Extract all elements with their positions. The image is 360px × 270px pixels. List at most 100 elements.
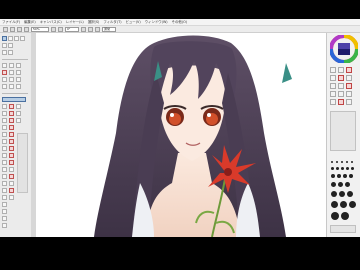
- zoom-tool-icon[interactable]: [9, 84, 14, 89]
- layer-thumb-icon[interactable]: [8, 36, 13, 41]
- menu-view[interactable]: ビュー(V): [126, 19, 141, 25]
- layer-thumb-icon[interactable]: [20, 36, 25, 41]
- brush-preset-icon[interactable]: [9, 174, 14, 179]
- brush-preset-icon[interactable]: [9, 195, 14, 200]
- palette-swatch[interactable]: [346, 99, 352, 105]
- brush-preset-icon[interactable]: [16, 118, 21, 123]
- layer-thumb-icon[interactable]: [8, 43, 13, 48]
- layer-thumb-icon[interactable]: [2, 50, 7, 55]
- eraser-tool-icon[interactable]: [9, 70, 14, 75]
- brush-size-dot[interactable]: [345, 182, 350, 187]
- brush-preset-icon[interactable]: [9, 188, 14, 193]
- brush-size-dot[interactable]: [331, 167, 334, 170]
- brush-preset-icon[interactable]: [9, 111, 14, 116]
- angle-field[interactable]: 0°: [65, 26, 79, 32]
- brush-size-dot[interactable]: [343, 174, 347, 178]
- brush-preset-icon[interactable]: [2, 125, 7, 130]
- brush-preset-icon[interactable]: [9, 125, 14, 130]
- layer-thumb-icon[interactable]: [8, 50, 13, 55]
- brush-size-dot[interactable]: [346, 167, 349, 170]
- rotate-right-button[interactable]: [88, 26, 93, 32]
- palette-swatch[interactable]: [338, 83, 344, 89]
- layer-thumb-icon[interactable]: [14, 36, 19, 41]
- menu-select[interactable]: 選択(S): [88, 19, 100, 25]
- brush-size-dot[interactable]: [331, 174, 335, 178]
- brush-preset-icon[interactable]: [9, 132, 14, 137]
- brush-preset-icon[interactable]: [9, 146, 14, 151]
- drawing-canvas[interactable]: [36, 33, 326, 237]
- menu-file[interactable]: ファイル(F): [2, 19, 20, 25]
- brush-preset-icon[interactable]: [9, 104, 14, 109]
- palette-swatch[interactable]: [330, 83, 336, 89]
- brush-size-dot[interactable]: [346, 161, 348, 163]
- undo-button[interactable]: [3, 26, 8, 32]
- zoom-field[interactable]: 50%: [31, 26, 49, 32]
- brush-size-dot[interactable]: [331, 212, 339, 220]
- menu-filter[interactable]: フィルタ(T): [103, 19, 121, 25]
- brush-preset-icon[interactable]: [2, 111, 7, 116]
- brush-preset-icon[interactable]: [2, 160, 7, 165]
- palette-swatch[interactable]: [346, 75, 352, 81]
- palette-swatch[interactable]: [330, 75, 336, 81]
- brush-preset-icon[interactable]: [9, 167, 14, 172]
- palette-swatch[interactable]: [330, 99, 336, 105]
- menu-canvas[interactable]: キャンバス(C): [40, 19, 62, 25]
- brush-size-dot[interactable]: [331, 191, 337, 197]
- brush-size-dot[interactable]: [341, 212, 349, 220]
- selection-toggle-button[interactable]: [24, 26, 29, 32]
- lasso-tool-icon[interactable]: [9, 77, 14, 82]
- brush-size-dot[interactable]: [351, 161, 353, 163]
- brush-tool-icon[interactable]: [9, 63, 14, 68]
- brush-size-dot[interactable]: [341, 161, 343, 163]
- brush-size-dot[interactable]: [347, 191, 353, 197]
- brush-preset-icon[interactable]: [2, 146, 7, 151]
- zoom-out-button[interactable]: [51, 26, 56, 32]
- brush-preset-icon[interactable]: [2, 209, 7, 214]
- brush-size-dot[interactable]: [338, 182, 343, 187]
- menu-edit[interactable]: 編集(E): [24, 19, 36, 25]
- brush-size-dot[interactable]: [331, 161, 333, 163]
- brush-size-dot[interactable]: [349, 174, 353, 178]
- layer-thumb-icon[interactable]: [2, 36, 7, 41]
- brush-preset-icon[interactable]: [2, 202, 7, 207]
- flip-button[interactable]: [95, 26, 100, 32]
- brush-size-dot[interactable]: [331, 182, 336, 187]
- palette-swatch[interactable]: [346, 67, 352, 73]
- zoom-in-button[interactable]: [58, 26, 63, 32]
- layer-thumb-icon[interactable]: [2, 43, 7, 48]
- brush-preset-icon[interactable]: [9, 139, 14, 144]
- bucket-tool-icon[interactable]: [16, 70, 21, 75]
- menu-other[interactable]: その他(O): [172, 19, 188, 25]
- brush-preset-icon[interactable]: [2, 181, 7, 186]
- brush-properties-panel[interactable]: [330, 111, 356, 151]
- rotate-tool-icon[interactable]: [16, 84, 21, 89]
- brush-size-dot[interactable]: [331, 201, 338, 208]
- palette-swatch[interactable]: [346, 91, 352, 97]
- brush-settings-panel[interactable]: [17, 133, 28, 193]
- brush-preset-icon[interactable]: [9, 153, 14, 158]
- brush-preset-icon[interactable]: [16, 104, 21, 109]
- marker-tool-icon[interactable]: [2, 70, 7, 75]
- brush-preset-icon[interactable]: [2, 223, 7, 228]
- brush-preset-icon[interactable]: [9, 118, 14, 123]
- brush-size-dot[interactable]: [349, 201, 356, 208]
- brush-size-dot[interactable]: [351, 167, 354, 170]
- brush-preset-icon[interactable]: [2, 216, 7, 221]
- brush-size-dot[interactable]: [336, 161, 338, 163]
- magic-wand-tool-icon[interactable]: [16, 77, 21, 82]
- color-wheel-icon[interactable]: [330, 35, 358, 63]
- brush-preset-icon[interactable]: [2, 118, 7, 123]
- brush-preset-icon[interactable]: [2, 167, 7, 172]
- palette-swatch[interactable]: [338, 91, 344, 97]
- brush-preset-icon[interactable]: [2, 104, 7, 109]
- palette-swatch[interactable]: [338, 99, 344, 105]
- palette-swatch[interactable]: [330, 67, 336, 73]
- palette-swatch[interactable]: [330, 91, 336, 97]
- brush-preset-icon[interactable]: [16, 111, 21, 116]
- brush-size-dot[interactable]: [341, 167, 344, 170]
- menu-window[interactable]: ウィンドウ(W): [145, 19, 168, 25]
- airbrush-tool-icon[interactable]: [16, 63, 21, 68]
- brush-preset-icon[interactable]: [2, 195, 7, 200]
- brush-preset-icon[interactable]: [2, 139, 7, 144]
- palette-swatch[interactable]: [338, 75, 344, 81]
